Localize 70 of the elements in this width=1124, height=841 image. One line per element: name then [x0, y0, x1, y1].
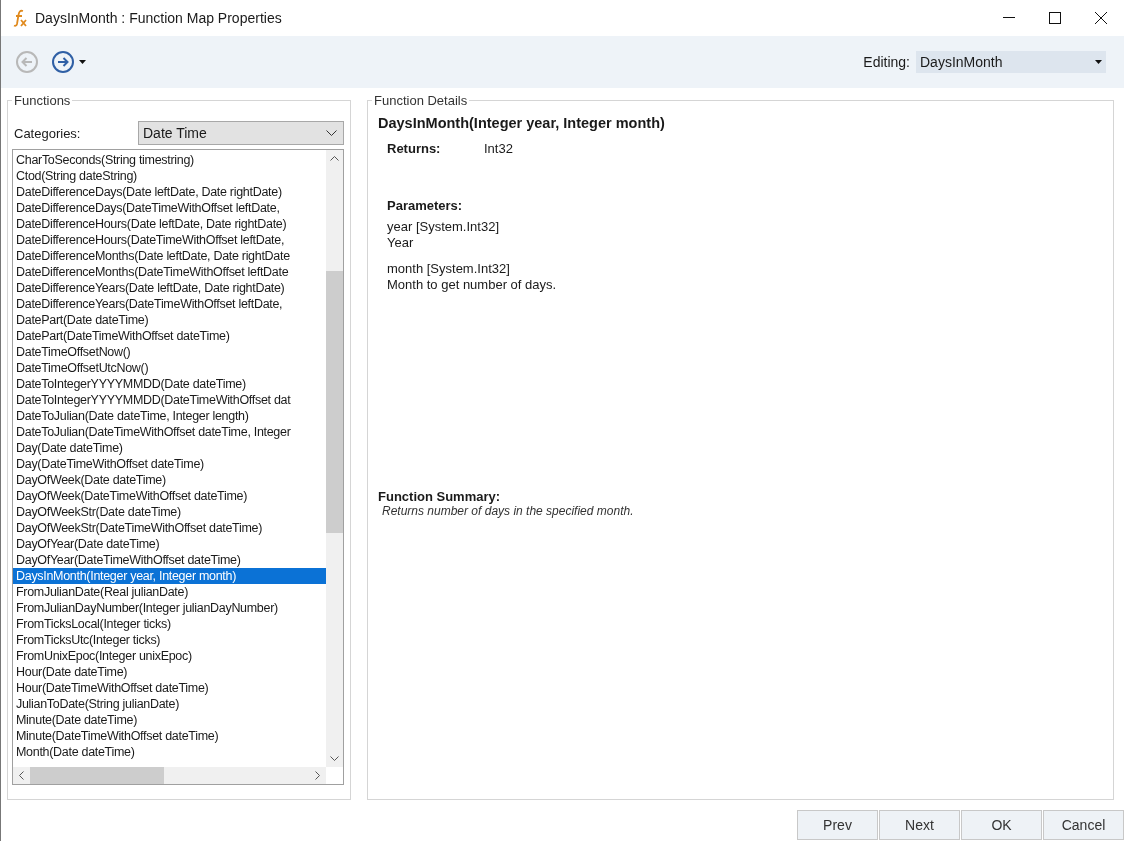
function-item[interactable]: DateDifferenceMonths(Date leftDate, Date rightDate — [13, 248, 326, 264]
dialog-button[interactable]: OK — [961, 810, 1042, 840]
parameter-description: Year — [387, 235, 415, 251]
function-item[interactable]: DaysInMonth(Integer year, Integer month) — [13, 568, 326, 584]
function-item[interactable]: DatePart(Date dateTime) — [13, 312, 326, 328]
function-item[interactable]: DayOfWeek(DateTimeWithOffset dateTime) — [13, 488, 326, 504]
function-icon — [13, 9, 27, 27]
function-item[interactable]: FromUnixEpoc(Integer unixEpoc) — [13, 648, 326, 664]
function-item[interactable]: DayOfWeek(Date dateTime) — [13, 472, 326, 488]
function-item[interactable]: DayOfYear(DateTimeWithOffset dateTime) — [13, 552, 326, 568]
function-item[interactable]: Day(Date dateTime) — [13, 440, 326, 456]
dialog-button[interactable]: Cancel — [1043, 810, 1124, 840]
parameters-label: Parameters: — [386, 198, 464, 213]
dialog-button[interactable]: Prev — [797, 810, 878, 840]
parameter-description: Month to get number of days. — [387, 277, 558, 293]
function-item[interactable]: Minute(Date dateTime) — [13, 712, 326, 728]
returns-label: Returns: — [387, 141, 442, 156]
editing-label: Editing: — [863, 54, 910, 70]
function-item[interactable]: DateToJulian(Date dateTime, Integer length) — [13, 408, 326, 424]
function-item[interactable]: Hour(Date dateTime) — [13, 664, 326, 680]
function-item[interactable]: DateTimeOffsetUtcNow() — [13, 360, 326, 376]
parameter-name: month [System.Int32] — [387, 261, 511, 277]
vertical-scrollbar[interactable] — [326, 150, 343, 767]
parameter-name: year [System.Int32] — [387, 219, 500, 235]
scroll-down-icon[interactable] — [330, 756, 339, 761]
function-item[interactable]: DateDifferenceYears(Date leftDate, Date rightDate) — [13, 280, 326, 296]
function-item[interactable]: FromJulianDayNumber(Integer julianDayNumber) — [13, 600, 326, 616]
caret-icon[interactable] — [79, 60, 86, 64]
return-type: Int32 — [484, 141, 513, 156]
categories-label: Categories: — [13, 125, 82, 141]
function-item[interactable]: Hour(DateTimeWithOffset dateTime) — [13, 680, 326, 696]
group-title: Functions — [12, 93, 73, 108]
function-item[interactable]: Minute(DateTimeWithOffset dateTime) — [13, 728, 326, 744]
function-item[interactable]: DateToJulian(DateTimeWithOffset dateTime, Integer — [13, 424, 326, 440]
function-item[interactable]: Ctod(String dateString) — [13, 168, 326, 184]
chevron-icon — [326, 130, 337, 136]
window-title: DaysInMonth : Function Map Properties — [35, 10, 283, 26]
function-item[interactable]: DayOfWeekStr(DateTimeWithOffset dateTime) — [13, 520, 326, 536]
function-item[interactable]: DateDifferenceDays(DateTimeWithOffset leftDate, — [13, 200, 326, 216]
function-item[interactable]: DayOfWeekStr(Date dateTime) — [13, 504, 326, 520]
scroll-left-icon[interactable] — [19, 771, 24, 780]
summary-text: Returns number of days in the specified month. — [381, 504, 635, 518]
dialog-button[interactable]: Next — [879, 810, 960, 840]
categories-dropdown[interactable]: Date Time — [138, 121, 344, 145]
function-item[interactable]: JulianToDate(String julianDate) — [13, 696, 326, 712]
summary-label: Function Summary: — [378, 489, 502, 504]
function-item[interactable]: DateToIntegerYYYYMMDD(Date dateTime) — [13, 376, 326, 392]
scroll-right-icon[interactable] — [315, 771, 320, 780]
horizontal-scrollbar[interactable] — [13, 767, 326, 784]
function-item[interactable]: DateToIntegerYYYYMMDD(DateTimeWithOffset dat — [13, 392, 326, 408]
function-item[interactable]: DateDifferenceMonths(DateTimeWithOffset leftDate — [13, 264, 326, 280]
function-item[interactable]: FromTicksUtc(Integer ticks) — [13, 632, 326, 648]
forward-button[interactable] — [51, 50, 75, 74]
function-item[interactable]: DateTimeOffsetNow() — [13, 344, 326, 360]
function-item[interactable]: DatePart(DateTimeWithOffset dateTime) — [13, 328, 326, 344]
function-item[interactable]: DayOfYear(Date dateTime) — [13, 536, 326, 552]
function-item[interactable]: CharToSeconds(String timestring) — [13, 152, 326, 168]
group-title: Function Details — [372, 93, 470, 108]
function-item[interactable]: DateDifferenceHours(DateTimeWithOffset leftDate, — [13, 232, 326, 248]
function-signature: DaysInMonth(Integer year, Integer month) — [378, 115, 666, 131]
caret-icon — [1095, 60, 1102, 64]
editing-dropdown[interactable]: DaysInMonth — [916, 51, 1106, 73]
function-item[interactable]: FromJulianDate(Real julianDate) — [13, 584, 326, 600]
function-item[interactable]: DateDifferenceYears(DateTimeWithOffset leftDate, — [13, 296, 326, 312]
function-item[interactable]: Month(Date dateTime) — [13, 744, 326, 760]
function-item[interactable]: FromTicksLocal(Integer ticks) — [13, 616, 326, 632]
function-item[interactable]: DateDifferenceDays(Date leftDate, Date rightDate) — [13, 184, 326, 200]
scroll-up-icon[interactable] — [330, 156, 339, 161]
function-item[interactable]: Day(DateTimeWithOffset dateTime) — [13, 456, 326, 472]
function-item[interactable]: DateDifferenceHours(Date leftDate, Date rightDate) — [13, 216, 326, 232]
